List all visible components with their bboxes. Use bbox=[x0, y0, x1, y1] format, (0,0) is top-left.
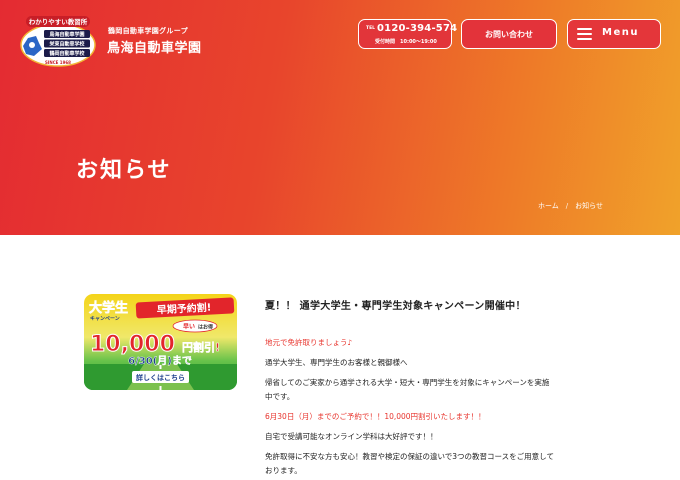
article-title: 夏！！ 通学大学生・専門学生対象キャンペーン開催中！ bbox=[265, 301, 526, 312]
banner-line1-sub: キャンペーン bbox=[90, 316, 120, 322]
banner-cta: 詳しくはこちら bbox=[136, 373, 185, 382]
logo-school-3: 鶴岡自動車学校 bbox=[49, 50, 85, 57]
school-logo[interactable]: わかりやすい教習所 鳥海自動車学園 栄東自動車学校 鶴岡自動車学校 SINCE … bbox=[18, 16, 98, 68]
article-paragraph: おります。 bbox=[265, 466, 302, 475]
article-paragraph: 6月30日（月）までのご予約で！！10,000円割引いたします！！ bbox=[265, 412, 486, 421]
brand-subtitle: 鶴岡自動車学園グループ bbox=[108, 27, 188, 35]
tel-number: 0120-394-574 bbox=[377, 23, 458, 34]
contact-button[interactable]: お問い合わせ bbox=[461, 19, 557, 49]
banner-tag-sub: はお得 bbox=[198, 324, 213, 331]
campaign-banner-art: 大学生 キャンペーン 早期予約割! 早い はお得 10,000 円割引! 6/3… bbox=[84, 297, 237, 390]
banner-amount: 10,000 bbox=[90, 332, 175, 357]
banner-date: 6/30(月)まで bbox=[128, 355, 192, 367]
article-paragraph: 自宅で受講可能なオンライン学科は大好評です！！ bbox=[265, 432, 438, 441]
menu-button[interactable]: Menu bbox=[567, 19, 661, 49]
contact-button-label: お問い合わせ bbox=[485, 29, 533, 39]
article-paragraph: 中です。 bbox=[265, 392, 295, 401]
tel-hours: 受付時間 10:00〜19:00 bbox=[375, 39, 437, 45]
breadcrumb: ホーム / お知らせ bbox=[538, 201, 603, 211]
article-paragraph: 帰省してのご実家から通学される大学・短大・専門学生を対象にキャンペーンを実施 bbox=[265, 378, 550, 387]
banner-line1: 大学生 bbox=[89, 300, 128, 316]
logo-since: SINCE 1968 bbox=[45, 60, 71, 65]
tel-label: TEL bbox=[366, 26, 376, 31]
breadcrumb-separator: / bbox=[565, 202, 569, 210]
hero-banner: わかりやすい教習所 鳥海自動車学園 栄東自動車学校 鶴岡自動車学校 SINCE … bbox=[0, 0, 680, 235]
logo-school-1: 鳥海自動車学園 bbox=[49, 31, 84, 38]
article-paragraph: 通学大学生、専門学生のお客様と親御様へ bbox=[265, 358, 408, 367]
campaign-banner[interactable]: 大学生 キャンペーン 早期予約割! 早い はお得 10,000 円割引! 6/3… bbox=[84, 294, 237, 390]
tel-button[interactable]: TEL 0120-394-574 受付時間 10:00〜19:00 bbox=[358, 19, 457, 49]
banner-tag: 早い bbox=[183, 323, 195, 331]
page-title: お知らせ bbox=[76, 158, 172, 183]
breadcrumb-home[interactable]: ホーム bbox=[538, 202, 559, 210]
menu-button-label: Menu bbox=[602, 27, 639, 38]
logo-badge-text: わかりやすい教習所 bbox=[29, 17, 88, 26]
brand-name[interactable]: 鳥海自動車学園 bbox=[107, 37, 202, 56]
article-paragraph: 地元で免許取りましょう♪ bbox=[265, 338, 353, 347]
breadcrumb-current: お知らせ bbox=[575, 202, 604, 210]
article-paragraph: 免許取得に不安な方も安心！教習や検定の保証の違いで3つの教習コースをご用意して bbox=[265, 452, 554, 461]
banner-amount-unit: 円割引! bbox=[182, 340, 220, 354]
hamburger-icon bbox=[577, 28, 592, 40]
logo-school-2: 栄東自動車学校 bbox=[48, 41, 85, 48]
